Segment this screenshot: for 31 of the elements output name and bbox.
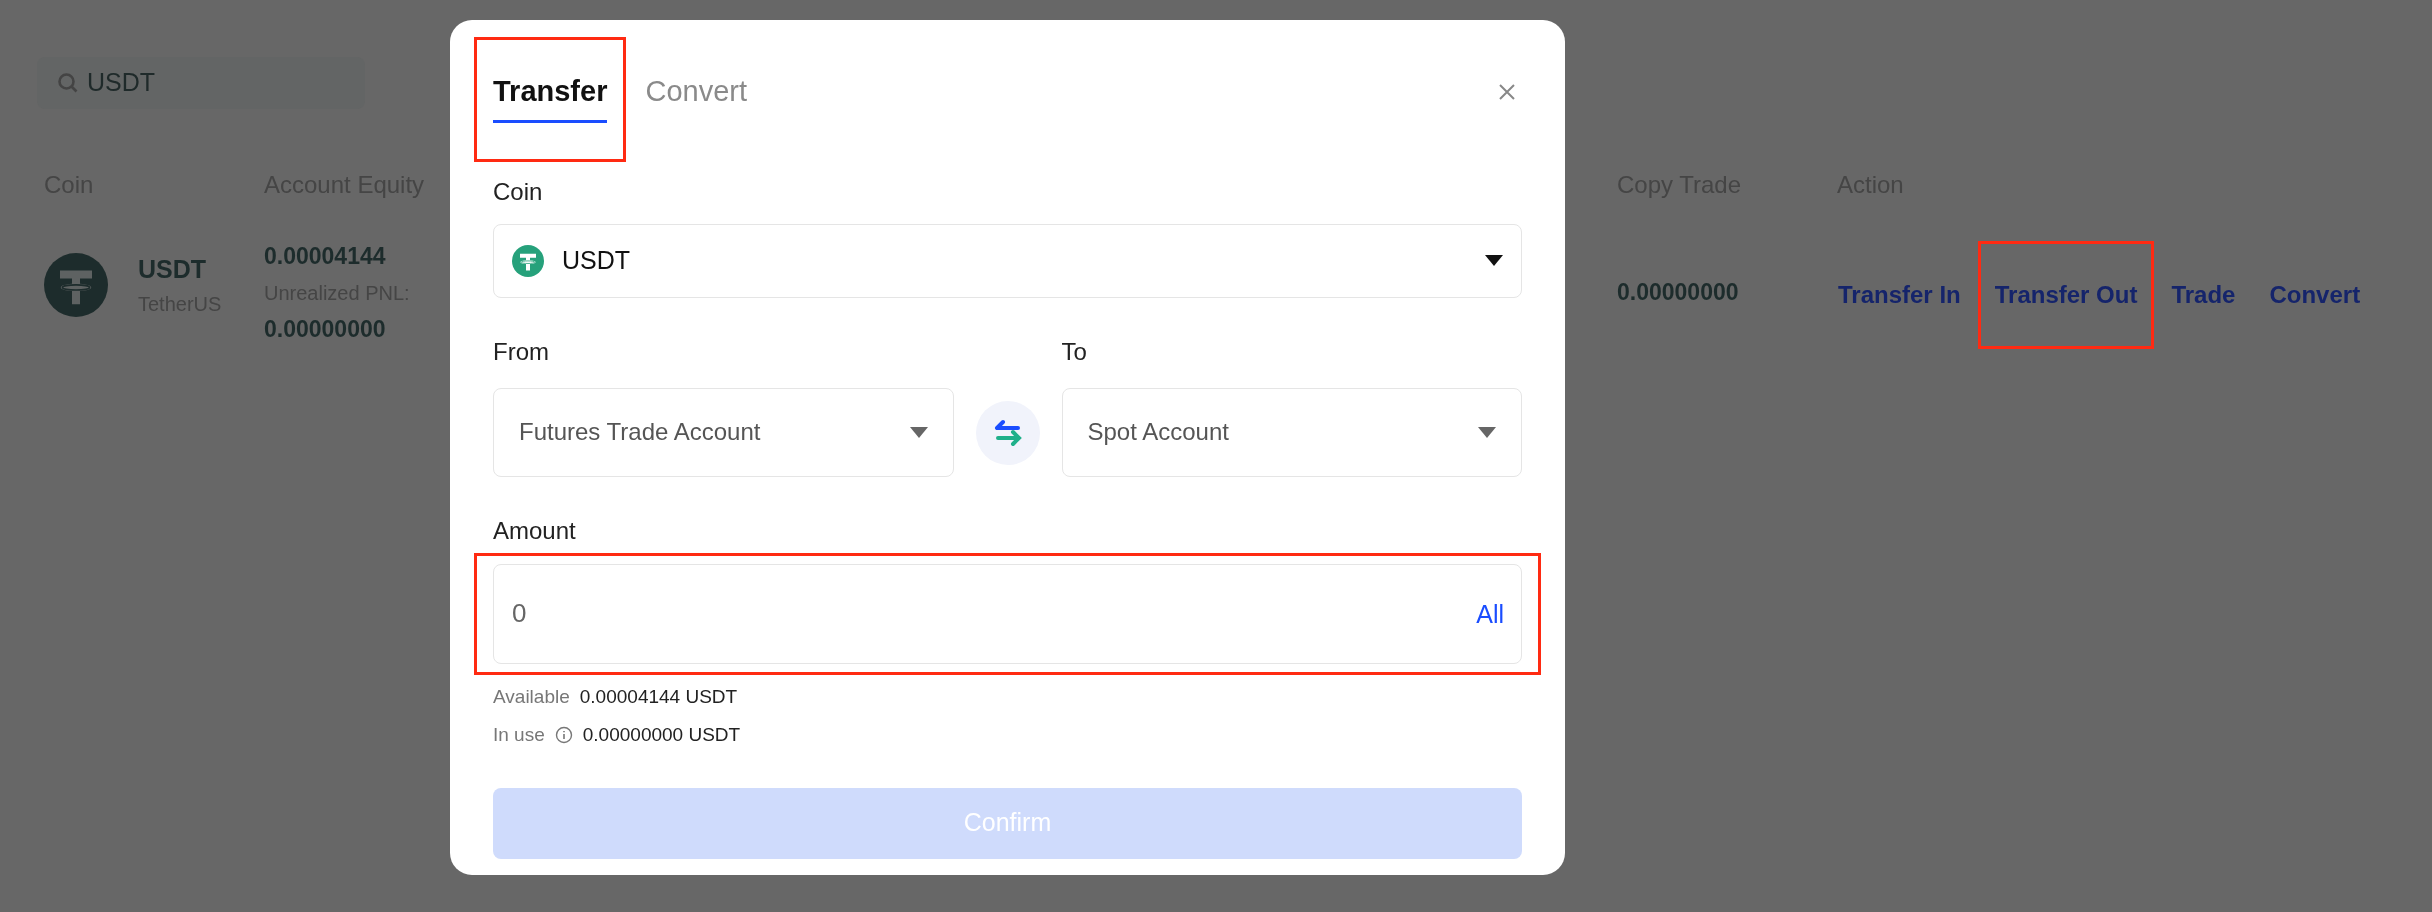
tab[interactable]: Transfer bbox=[493, 70, 608, 123]
from-account-select[interactable]: Futures Trade Account bbox=[493, 387, 954, 477]
all-button[interactable]: All bbox=[1476, 595, 1504, 633]
coin-select[interactable]: USDT bbox=[493, 223, 1522, 298]
close-icon bbox=[1498, 83, 1516, 101]
caret-icon bbox=[1478, 426, 1496, 438]
tab[interactable]: Convert bbox=[645, 70, 747, 123]
action-link[interactable]: Convert bbox=[2269, 281, 2361, 308]
action-link[interactable]: Trade bbox=[2171, 281, 2236, 308]
available-label: Available bbox=[493, 684, 570, 709]
copy-trade-value: 0.00000000 bbox=[1617, 279, 1739, 305]
search-icon bbox=[57, 72, 79, 94]
field-label: Amount bbox=[493, 515, 577, 546]
action-link[interactable]: Transfer In bbox=[1838, 281, 1961, 308]
field-label: Coin bbox=[493, 176, 544, 207]
caret-icon bbox=[1485, 255, 1503, 266]
field-label: To bbox=[1061, 336, 1088, 367]
action-link[interactable]: Transfer Out bbox=[1994, 281, 2138, 308]
coin-symbol: USDT bbox=[138, 254, 208, 285]
pnl-value: 0.00000000 bbox=[264, 314, 386, 344]
coin-logo-icon bbox=[44, 252, 108, 317]
in-use-value: 0.00000000 USDT bbox=[582, 723, 741, 747]
equity-value: 0.00004144 bbox=[264, 242, 386, 271]
in-use-label: In use bbox=[493, 723, 545, 747]
search-field[interactable]: USDT bbox=[37, 57, 365, 109]
coin-logo-icon bbox=[512, 244, 544, 277]
field-label: From bbox=[493, 336, 550, 367]
info-icon bbox=[554, 726, 573, 745]
available-value: 0.00004144 USDT bbox=[579, 684, 738, 709]
caret-icon bbox=[909, 426, 928, 438]
to-account-select[interactable]: Spot Account bbox=[1061, 387, 1522, 477]
